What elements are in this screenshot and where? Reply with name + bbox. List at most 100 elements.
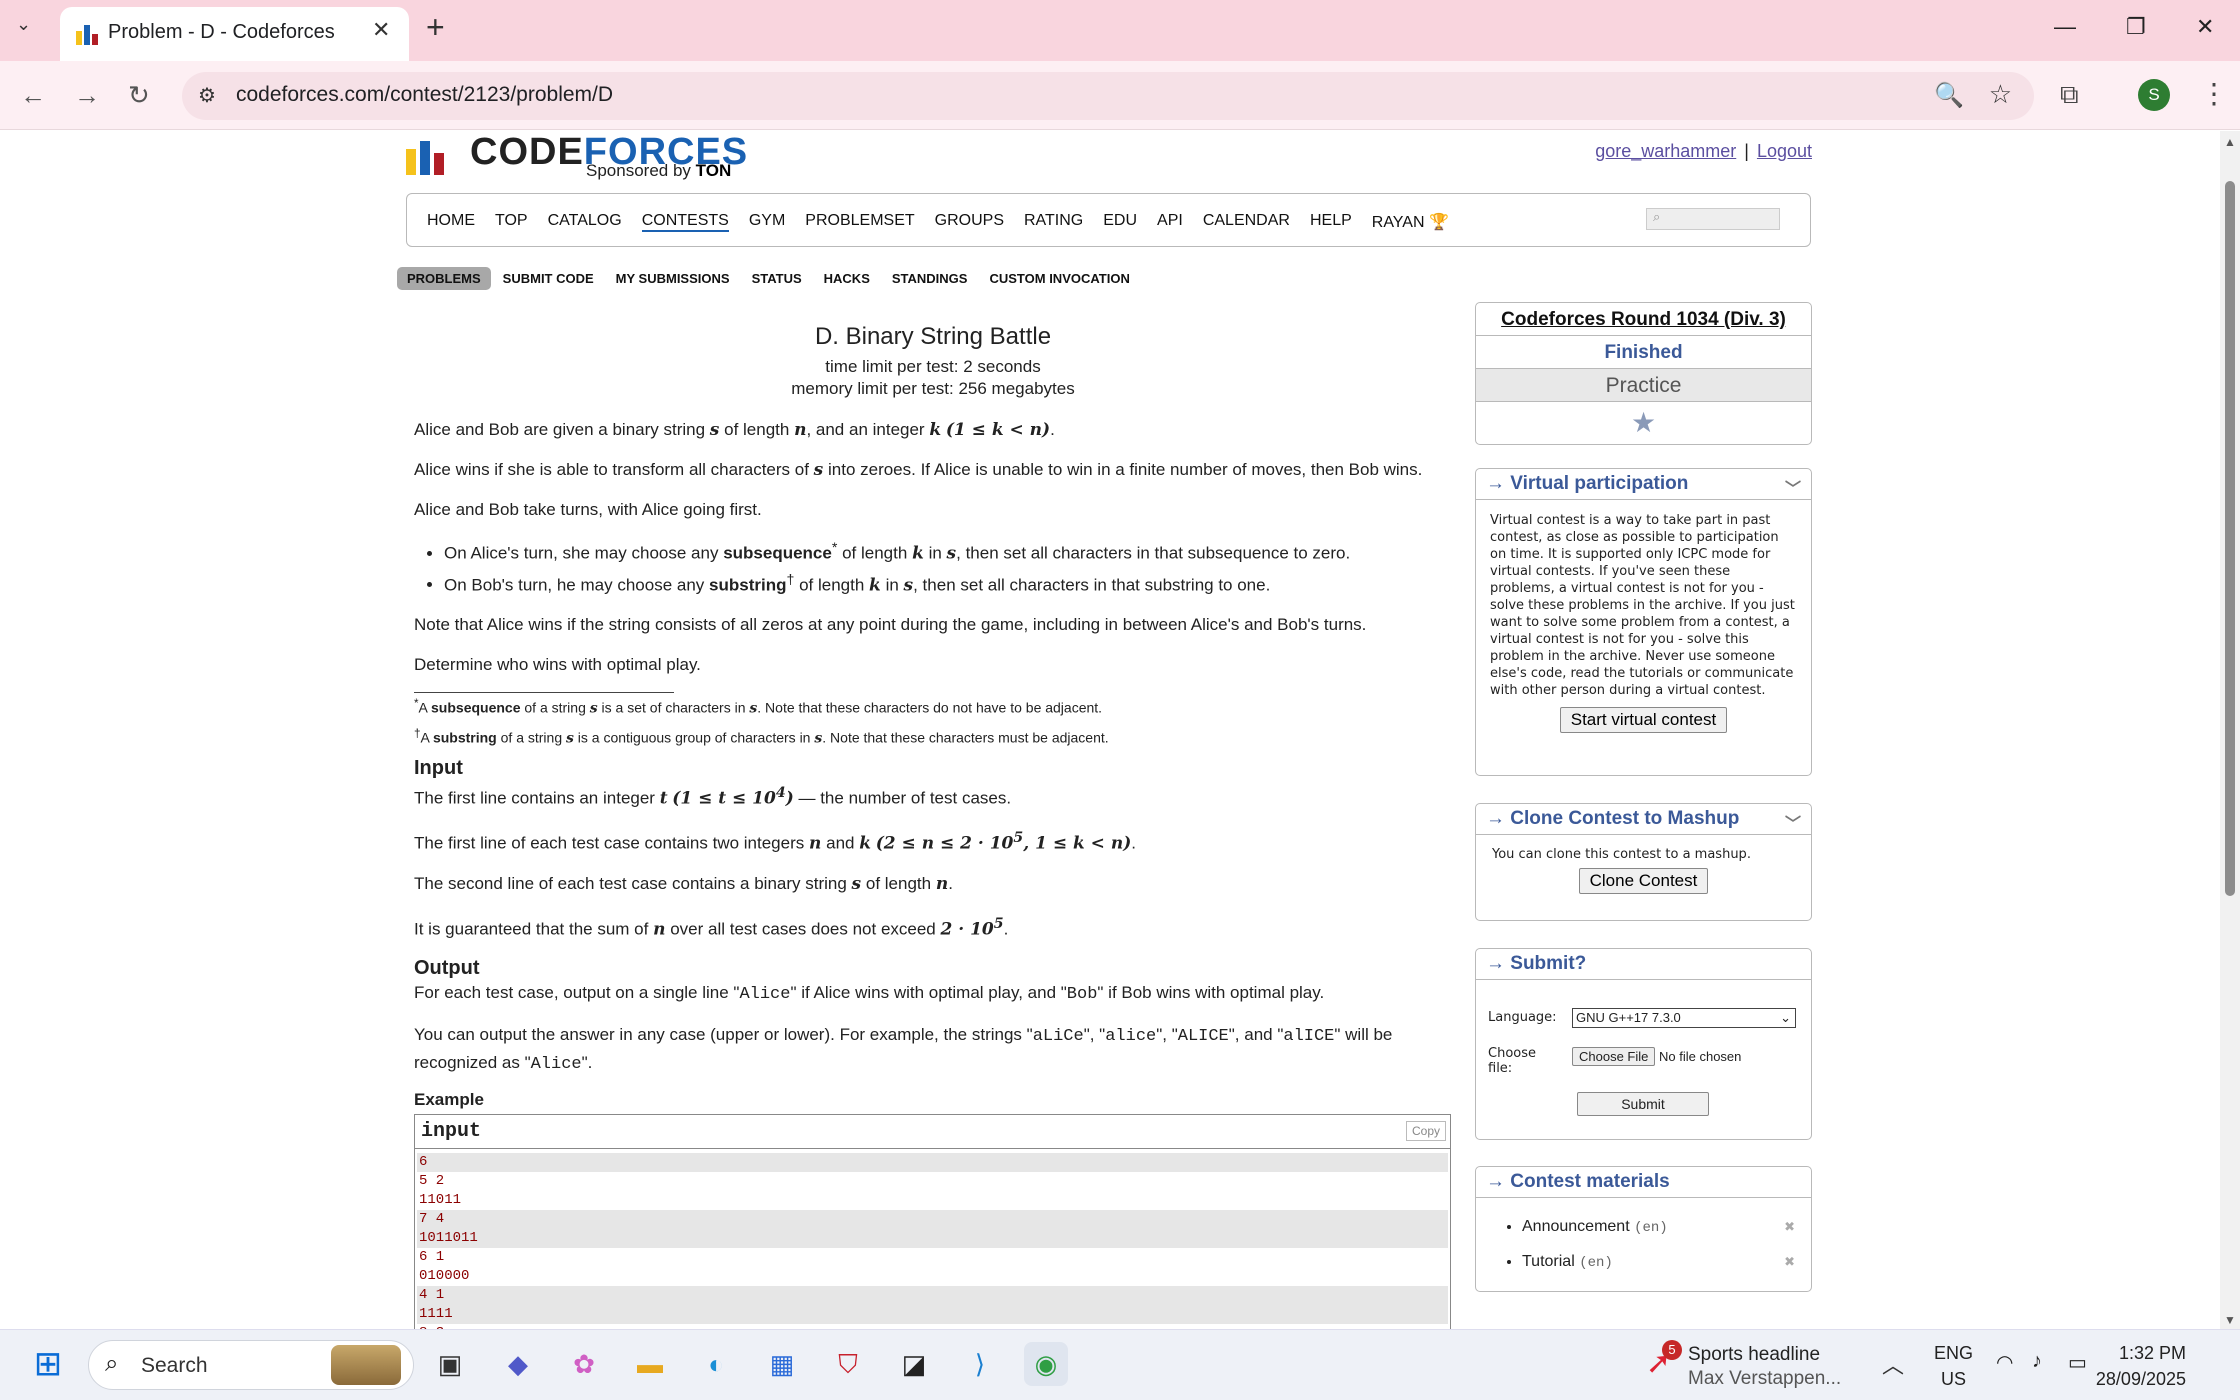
- remove-icon[interactable]: ✖: [1784, 1210, 1795, 1243]
- footnote-substring: †A substring of a string s is a contiguo…: [414, 726, 1109, 747]
- vscode-icon[interactable]: ⟩: [958, 1342, 1002, 1386]
- extensions-icon[interactable]: ⧉: [2060, 79, 2079, 111]
- menu-catalog[interactable]: CATALOG: [548, 212, 622, 232]
- sponsored-line: Sponsored by TON: [586, 161, 732, 180]
- menu-groups[interactable]: GROUPS: [935, 212, 1004, 232]
- submenu-submit-code[interactable]: SUBMIT CODE: [493, 267, 604, 290]
- menu-top[interactable]: TOP: [495, 212, 528, 232]
- copy-button[interactable]: Copy: [1405, 1120, 1446, 1141]
- sticky-notes-icon[interactable]: ◪: [892, 1342, 936, 1386]
- tab-search-icon[interactable]: ⌄: [16, 14, 31, 35]
- menu-problemset[interactable]: PROBLEMSET: [805, 212, 914, 232]
- submenu-standings[interactable]: STANDINGS: [882, 267, 978, 290]
- more-menu-icon[interactable]: ⋮: [2200, 77, 2228, 110]
- sample-line: 5 2: [419, 1172, 445, 1189]
- wifi-icon[interactable]: ◠: [1996, 1350, 2013, 1375]
- submenu-my-submissions[interactable]: MY SUBMISSIONS: [606, 267, 740, 290]
- chevron-down-icon[interactable]: ﹀: [1785, 810, 1801, 834]
- windows-start-icon[interactable]: ⊞: [26, 1342, 70, 1386]
- copilot-icon[interactable]: ✿: [562, 1342, 606, 1386]
- virtual-title: → Virtual participation ﹀: [1476, 469, 1811, 500]
- chrome-icon[interactable]: ◉: [1024, 1342, 1068, 1386]
- legend-paragraph-3: Alice and Bob take turns, with Alice goi…: [414, 500, 762, 519]
- menu-api[interactable]: API: [1157, 212, 1183, 232]
- tab-strip: ⌄ Problem - D - Codeforces ✕ + — ❐ ✕: [0, 0, 2240, 61]
- tray-chevron-icon[interactable]: ︿: [1882, 1348, 1904, 1380]
- page-scrollbar[interactable]: ▲ ▼: [2220, 131, 2240, 1329]
- codeforces-logo[interactable]: CODEFORCES Sponsored by TON: [406, 131, 747, 189]
- volume-icon[interactable]: ♪: [2032, 1350, 2042, 1373]
- menu-gym[interactable]: GYM: [749, 212, 785, 232]
- contest-materials-box: → Contest materials Announcement (en)✖ T…: [1475, 1166, 1812, 1292]
- sample-line: 6 1: [419, 1248, 445, 1265]
- scroll-thumb[interactable]: [2225, 181, 2235, 896]
- taskbar-search[interactable]: ⌕ Search: [88, 1340, 414, 1390]
- problem-title: D. Binary String Battle: [814, 323, 1052, 350]
- favorite-star-icon[interactable]: ★: [1476, 402, 1811, 444]
- material-tutorial[interactable]: Tutorial (en)✖: [1522, 1245, 1811, 1280]
- profile-avatar[interactable]: S: [2138, 79, 2170, 111]
- sample-input-content[interactable]: 6 5 2 11011 7 4 1011011 6 1 010000 4 1 1…: [415, 1149, 1450, 1329]
- url-text[interactable]: codeforces.com/contest/2123/problem/D: [236, 83, 613, 107]
- file-status: No file chosen: [1659, 1049, 1742, 1064]
- language-select[interactable]: GNU G++17 7.3.0 ⌄: [1572, 1008, 1796, 1028]
- submenu-problems[interactable]: PROBLEMS: [397, 267, 491, 290]
- file-label: Choose file:: [1488, 1046, 1536, 1076]
- menu-rating[interactable]: RATING: [1024, 212, 1083, 232]
- remove-icon[interactable]: ✖: [1784, 1245, 1795, 1278]
- minimize-icon[interactable]: —: [2054, 14, 2076, 40]
- teams-icon[interactable]: ◆: [496, 1342, 540, 1386]
- material-announcement[interactable]: Announcement (en)✖: [1522, 1210, 1811, 1245]
- address-bar[interactable]: ⚙ codeforces.com/contest/2123/problem/D …: [182, 72, 2034, 120]
- new-tab-icon[interactable]: +: [426, 9, 445, 46]
- username-link[interactable]: gore_warhammer: [1595, 141, 1736, 161]
- store-icon[interactable]: ▦: [760, 1342, 804, 1386]
- battery-icon[interactable]: ▭: [2068, 1350, 2087, 1375]
- sample-line: 11011: [419, 1191, 462, 1208]
- logout-link[interactable]: Logout: [1757, 141, 1812, 161]
- menu-search-input[interactable]: ⌕: [1646, 208, 1780, 230]
- clone-contest-button[interactable]: Clone Contest: [1578, 868, 1709, 894]
- windows-taskbar: ⊞ ⌕ Search ▣ ◆ ✿ ▬ ◐ ▦ ⛉ ◪ ⟩ ◉ ➚ 5 Sport…: [0, 1329, 2240, 1400]
- language-label: Language:: [1488, 1010, 1557, 1025]
- rule-alice: On Alice's turn, she may choose any subs…: [444, 535, 1452, 567]
- reload-icon[interactable]: ↻: [128, 80, 150, 111]
- submenu-status[interactable]: STATUS: [742, 267, 812, 290]
- close-window-icon[interactable]: ✕: [2196, 14, 2214, 40]
- active-tab[interactable]: Problem - D - Codeforces ✕: [60, 7, 409, 61]
- restore-icon[interactable]: ❐: [2126, 14, 2146, 40]
- start-virtual-contest-button[interactable]: Start virtual contest: [1559, 707, 1728, 733]
- menu-contests[interactable]: CONTESTS: [641, 212, 729, 232]
- file-explorer-icon[interactable]: ▬: [628, 1342, 672, 1386]
- contest-submenu: PROBLEMS SUBMIT CODE MY SUBMISSIONS STAT…: [397, 267, 1142, 290]
- clock[interactable]: 1:32 PM 28/09/2025: [2096, 1340, 2186, 1392]
- menu-calendar[interactable]: CALENDAR: [1203, 212, 1290, 232]
- submenu-hacks[interactable]: HACKS: [814, 267, 880, 290]
- menu-help[interactable]: HELP: [1310, 212, 1352, 232]
- sample-line: 4 1: [417, 1285, 1448, 1305]
- language-indicator[interactable]: ENG US: [1934, 1340, 1973, 1392]
- task-view-icon[interactable]: ▣: [428, 1342, 472, 1386]
- chevron-down-icon[interactable]: ﹀: [1785, 475, 1801, 499]
- menu-rayan[interactable]: RAYAN 🏆: [1372, 212, 1449, 232]
- submit-button[interactable]: Submit: [1577, 1092, 1709, 1116]
- bookmark-star-icon[interactable]: ☆: [1989, 79, 2012, 110]
- zoom-icon[interactable]: 🔍: [1934, 81, 1964, 110]
- virtual-description: Virtual contest is a way to take part in…: [1490, 513, 1795, 698]
- round-name-link[interactable]: Codeforces Round 1034 (Div. 3): [1476, 303, 1811, 336]
- site-info-icon[interactable]: ⚙: [198, 83, 216, 108]
- choose-file-button[interactable]: Choose File: [1572, 1047, 1656, 1066]
- round-info-box: Codeforces Round 1034 (Div. 3) Finished …: [1475, 302, 1812, 445]
- menu-edu[interactable]: EDU: [1103, 212, 1137, 232]
- back-icon[interactable]: ←: [20, 80, 46, 111]
- file-input[interactable]: Choose File No file chosen: [1572, 1047, 1742, 1066]
- menu-home[interactable]: HOME: [427, 212, 475, 232]
- submenu-custom-invocation[interactable]: CUSTOM INVOCATION: [979, 267, 1139, 290]
- tab-close-icon[interactable]: ✕: [372, 17, 390, 43]
- scroll-up-icon[interactable]: ▲: [2224, 135, 2236, 149]
- dropdown-arrow-icon: ⌄: [1780, 1010, 1791, 1025]
- mcafee-icon[interactable]: ⛉: [826, 1342, 870, 1386]
- forward-icon[interactable]: →: [74, 80, 100, 111]
- scroll-down-icon[interactable]: ▼: [2224, 1313, 2236, 1327]
- edge-icon[interactable]: ◐: [694, 1342, 738, 1386]
